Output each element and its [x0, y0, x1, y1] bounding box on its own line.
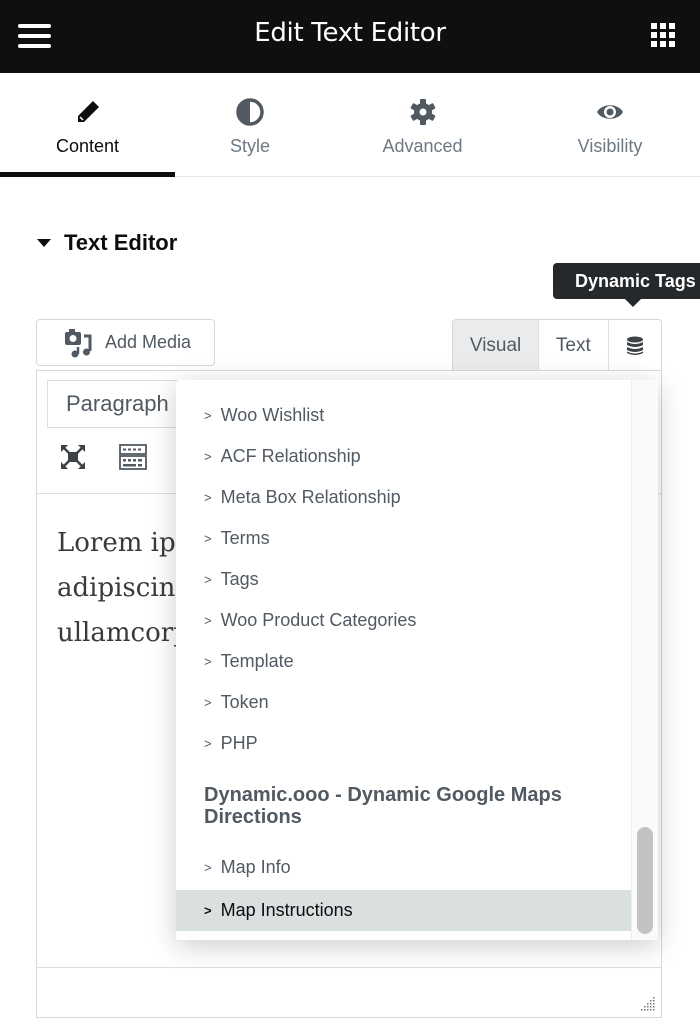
tab-label: Visibility: [577, 136, 643, 156]
tab-style[interactable]: Style: [175, 73, 325, 177]
dropdown-item-map-info[interactable]: > Map Info: [176, 847, 631, 888]
chevron-right-icon: >: [204, 613, 212, 628]
grid-icon[interactable]: [651, 23, 675, 47]
dropdown-item-label: ACF Relationship: [220, 446, 361, 466]
dropdown-item-label: Token: [220, 692, 269, 712]
dropdown-item-label: PHP: [220, 733, 258, 753]
chevron-right-icon: >: [204, 903, 212, 918]
dropdown-item-template[interactable]: > Template: [176, 641, 631, 682]
dropdown-item-map-instructions[interactable]: > Map Instructions: [176, 890, 631, 931]
contrast-icon: [236, 98, 264, 126]
dropdown-item-woo-wishlist[interactable]: > Woo Wishlist: [176, 395, 631, 436]
dynamic-tags-tooltip: Dynamic Tags: [553, 263, 700, 307]
tab-advanced[interactable]: Advanced: [335, 73, 510, 177]
editor-statusbar: [37, 967, 661, 1017]
dynamic-tags-dropdown: > Woo Wishlist > ACF Relationship > Meta…: [176, 380, 658, 940]
panel-tabs: Content Style Advanced Visibility: [0, 73, 700, 177]
fullscreen-icon[interactable]: [59, 443, 87, 471]
chevron-right-icon: >: [204, 490, 212, 505]
media-icon: [65, 328, 92, 357]
dropdown-item-terms[interactable]: > Terms: [176, 518, 631, 559]
gear-icon: [410, 99, 435, 125]
chevron-right-icon: >: [204, 531, 212, 546]
dropdown-item-meta-box-relationship[interactable]: > Meta Box Relationship: [176, 477, 631, 518]
tab-label: Advanced: [382, 136, 463, 156]
pencil-icon: [77, 101, 99, 122]
add-media-label: Add Media: [105, 332, 192, 352]
dropdown-item-label: Tags: [220, 569, 259, 589]
tab-visibility[interactable]: Visibility: [530, 73, 690, 177]
caret-down-icon: [37, 239, 51, 247]
chevron-right-icon: >: [204, 860, 212, 875]
eye-icon: [597, 105, 623, 119]
editor-mode-tabs: Visual Text: [452, 319, 662, 371]
tab-content[interactable]: Content: [0, 73, 175, 177]
top-bar: Edit Text Editor: [0, 0, 700, 73]
tab-label: Content: [55, 136, 120, 156]
dropdown-item-acf-relationship[interactable]: > ACF Relationship: [176, 436, 631, 477]
dropdown-group-title: Dynamic.ooo - Dynamic Google Maps Direct…: [204, 784, 562, 828]
chevron-right-icon: >: [204, 654, 212, 669]
dropdown-item-tags[interactable]: > Tags: [176, 559, 631, 600]
dropdown-item-label: Woo Product Categories: [220, 610, 417, 630]
dropdown-item-token[interactable]: > Token: [176, 682, 631, 723]
chevron-right-icon: >: [204, 572, 212, 587]
dynamic-tags-button[interactable]: [608, 320, 661, 371]
keyboard-icon[interactable]: [119, 443, 147, 471]
dropdown-item-php[interactable]: > PHP: [176, 723, 631, 764]
dropdown-scroll-thumb[interactable]: [637, 827, 653, 934]
dropdown-item-label: Meta Box Relationship: [220, 487, 401, 507]
dropdown-scrollbar[interactable]: [631, 380, 658, 940]
chevron-right-icon: >: [204, 736, 212, 751]
chevron-right-icon: >: [204, 695, 212, 710]
database-icon: [626, 336, 643, 355]
dropdown-item-label: Template: [220, 651, 294, 671]
dropdown-item-label: Woo Wishlist: [220, 405, 325, 425]
chevron-right-icon: >: [204, 408, 212, 423]
add-media-button[interactable]: Add Media: [36, 319, 215, 366]
dropdown-item-label: Map Instructions: [220, 900, 353, 920]
section-toggle-text-editor[interactable]: Text Editor: [37, 230, 177, 256]
text-tab[interactable]: Text: [539, 320, 609, 371]
dynamic-tags-list: > Woo Wishlist > ACF Relationship > Meta…: [176, 380, 631, 940]
dropdown-item-woo-product-categories[interactable]: > Woo Product Categories: [176, 600, 631, 641]
chevron-right-icon: >: [204, 449, 212, 464]
resize-handle-icon[interactable]: [641, 997, 655, 1011]
panel-title: Edit Text Editor: [254, 18, 446, 48]
dropdown-item-label: Map Info: [220, 857, 291, 877]
tab-label: Style: [229, 136, 271, 156]
visual-tab[interactable]: Visual: [453, 320, 540, 371]
section-title: Text Editor: [64, 230, 178, 255]
dropdown-item-label: Terms: [220, 528, 270, 548]
